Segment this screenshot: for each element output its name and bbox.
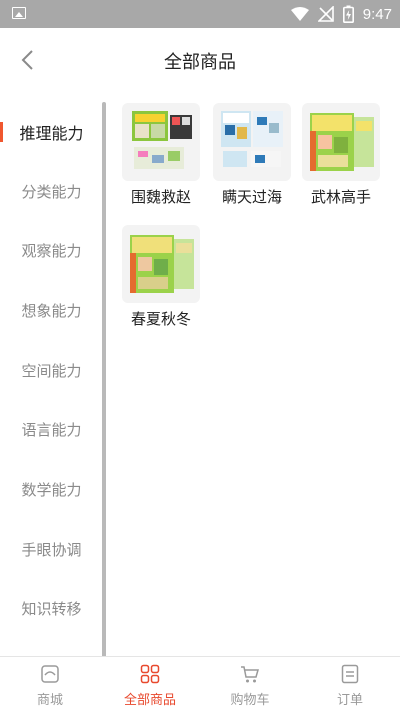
tab-label: 商城 — [36, 693, 63, 708]
product-box-image — [310, 113, 374, 171]
category-label: 知识转移 — [21, 599, 82, 618]
active-marker — [0, 122, 3, 142]
category-sidebar: 推理能力 分类能力 观察能力 想象能力 空间能力 语言能力 数学能力 手眼协调 … — [0, 102, 103, 662]
product-card[interactable]: 围魏救赵 — [121, 103, 201, 207]
wifi-icon — [290, 7, 309, 21]
tab-shop[interactable]: 商城 — [0, 657, 100, 710]
category-label: 推理能力 — [19, 124, 84, 143]
bottom-tab-bar: 商城 全部商品 购物车 订单 — [0, 656, 400, 710]
status-indicators: 9:47 — [290, 4, 392, 24]
cart-icon — [241, 666, 259, 683]
product-image — [302, 103, 380, 181]
product-image — [122, 225, 200, 303]
product-card[interactable]: 春夏秋冬 — [121, 225, 201, 329]
category-label: 想象能力 — [21, 301, 82, 320]
tab-all-products[interactable]: 全部商品 — [100, 657, 200, 710]
product-box-image — [132, 111, 192, 169]
category-label: 空间能力 — [21, 361, 82, 380]
header: 全部商品 — [0, 28, 400, 92]
order-icon — [341, 664, 359, 684]
product-name: 武林高手 — [310, 188, 371, 206]
category-label: 手眼协调 — [21, 540, 82, 559]
category-label: 语言能力 — [21, 420, 82, 439]
product-name: 围魏救赵 — [130, 188, 191, 206]
image-notification-icon — [12, 7, 26, 19]
tab-label: 订单 — [336, 693, 363, 708]
no-signal-icon — [317, 6, 334, 22]
product-name: 瞒天过海 — [221, 188, 282, 206]
shop-icon — [41, 665, 59, 683]
category-item-reasoning[interactable]: 推理能力 — [0, 112, 103, 152]
sidebar-scrollbar[interactable] — [102, 102, 106, 668]
product-name: 春夏秋冬 — [130, 310, 191, 328]
category-item-imagination[interactable]: 想象能力 — [0, 290, 103, 330]
category-item-language[interactable]: 语言能力 — [0, 409, 103, 449]
category-item-spatial[interactable]: 空间能力 — [0, 350, 103, 390]
product-card[interactable]: 武林高手 — [301, 103, 381, 207]
tab-label: 购物车 — [230, 693, 270, 708]
product-image — [122, 103, 200, 181]
category-label: 分类能力 — [21, 182, 82, 201]
tab-cart[interactable]: 购物车 — [200, 657, 300, 710]
category-item-observation[interactable]: 观察能力 — [0, 230, 103, 270]
product-box-image — [130, 235, 194, 293]
category-item-classification[interactable]: 分类能力 — [0, 171, 103, 211]
product-box-image — [221, 111, 283, 167]
category-item-math[interactable]: 数学能力 — [0, 469, 103, 509]
product-card[interactable]: 瞒天过海 — [212, 103, 292, 207]
battery-charging-icon — [342, 5, 354, 23]
page-title: 全部商品 — [164, 52, 236, 73]
grid-icon — [140, 664, 160, 684]
tab-orders[interactable]: 订单 — [300, 657, 400, 710]
category-label: 观察能力 — [21, 241, 82, 260]
category-item-hand-eye[interactable]: 手眼协调 — [0, 529, 103, 569]
status-bar: 9:47 — [0, 0, 400, 28]
status-time: 9:47 — [362, 5, 392, 23]
category-item-knowledge-transfer[interactable]: 知识转移 — [0, 588, 103, 628]
tab-label: 全部商品 — [123, 693, 176, 708]
category-label: 数学能力 — [21, 480, 82, 499]
product-image — [213, 103, 291, 181]
